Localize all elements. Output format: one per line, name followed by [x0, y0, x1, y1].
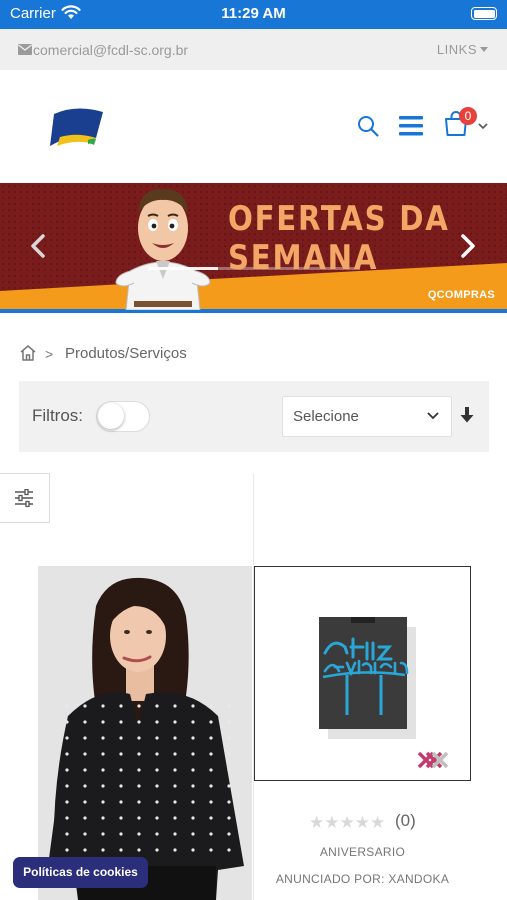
product-photo [38, 566, 252, 900]
toggle-knob [98, 403, 124, 429]
sort-select[interactable]: Selecione [282, 396, 452, 437]
filters-toggle[interactable] [96, 401, 150, 432]
product-image-blouse[interactable] [38, 566, 252, 900]
filter-panel-button[interactable] [0, 473, 50, 523]
site-header: 0 [0, 70, 507, 183]
product-seller: ANUNCIADO POR: XANDOKA [275, 872, 450, 886]
rating-stars: ★★★★★ [309, 813, 385, 833]
banner-headline-line2: SEMANA [228, 238, 379, 278]
star-icon: ★ [309, 813, 325, 832]
clock: 11:29 AM [221, 5, 286, 22]
review-count: (0) [395, 811, 416, 830]
home-icon[interactable] [19, 344, 37, 362]
chevron-right-icon[interactable] [457, 233, 479, 259]
chevron-down-icon[interactable] [478, 123, 488, 130]
sliders-icon [15, 489, 33, 507]
mascot-image [115, 188, 211, 310]
mail-icon [18, 44, 32, 55]
star-icon: ★ [370, 813, 386, 832]
sort-direction-arrow-icon[interactable] [460, 407, 474, 423]
filter-bar: Filtros: Selecione [19, 381, 489, 452]
banner-headline-line1: OFERTAS DA [228, 199, 450, 239]
status-bar: Carrier 11:29 AM [0, 0, 507, 29]
cookie-policy-button[interactable]: Políticas de cookies [13, 857, 148, 888]
promo-banner-carousel[interactable]: OFERTAS DA SEMANA QCOMPRAS [0, 183, 507, 313]
sort-select-value: Selecione [293, 408, 359, 425]
cake-topper-photo [255, 567, 470, 780]
star-icon: ★ [324, 813, 340, 832]
chevron-down-icon [480, 47, 488, 52]
chevron-left-icon[interactable] [27, 233, 49, 259]
top-info-bar: comercial@fcdl-sc.org.br LINKS [0, 29, 507, 70]
menu-icon[interactable] [399, 116, 423, 136]
cart-count-badge: 0 [459, 107, 477, 125]
links-dropdown[interactable]: LINKS [437, 42, 477, 57]
site-logo[interactable] [48, 106, 104, 148]
contact-email-link[interactable]: comercial@fcdl-sc.org.br [33, 42, 188, 58]
filters-label: Filtros: [32, 406, 83, 425]
product-image-cake-topper[interactable] [254, 566, 471, 781]
breadcrumb-separator: > [45, 346, 54, 362]
star-icon: ★ [339, 813, 355, 832]
product-name[interactable]: ANIVERSARIO [254, 845, 471, 859]
breadcrumb-current[interactable]: Produtos/Serviços [65, 345, 187, 362]
star-icon: ★ [354, 813, 370, 832]
banner-brand-logo: QCOMPRAS [427, 289, 495, 301]
chevron-down-icon [427, 412, 439, 420]
battery-icon [471, 7, 497, 20]
search-icon[interactable] [357, 115, 379, 137]
